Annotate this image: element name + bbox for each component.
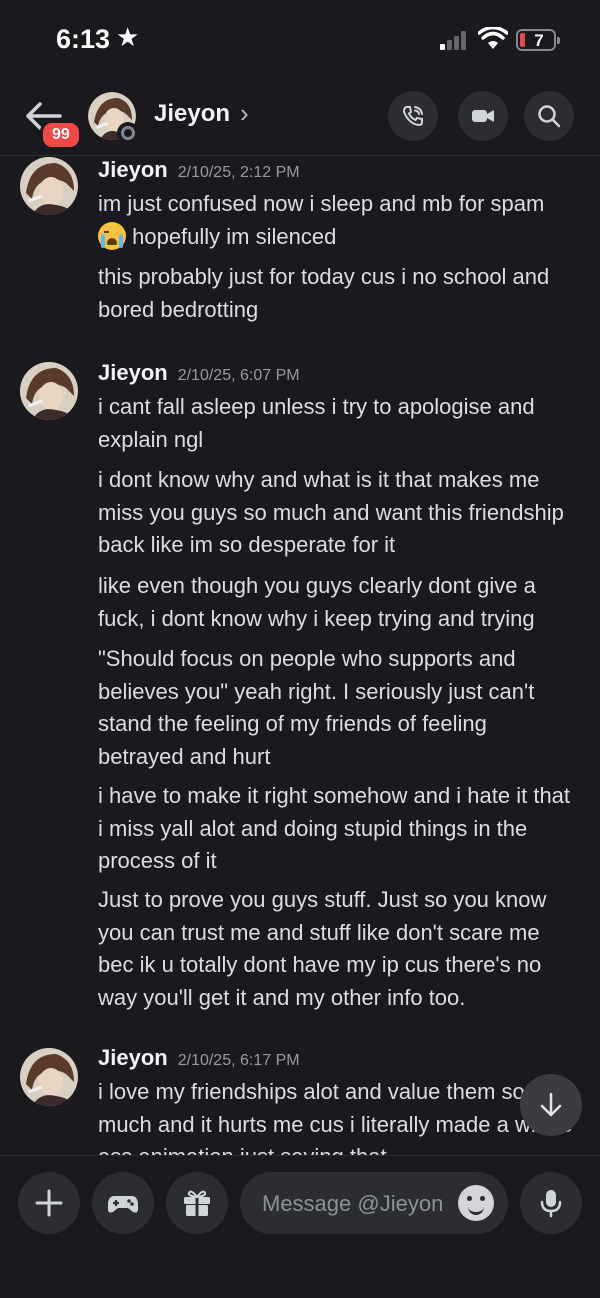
avatar[interactable] <box>20 1048 78 1106</box>
message-text[interactable]: this probably just for today cus i no sc… <box>98 261 578 326</box>
message-list[interactable]: Jieyon 2/10/25, 2:12 PM im just confused … <box>0 157 600 1155</box>
gamepad-icon <box>108 1196 138 1213</box>
offline-status-icon <box>117 122 139 144</box>
message-text[interactable]: like even though you guys clearly dont g… <box>98 570 578 635</box>
message-text[interactable]: i love my friendships alot and value the… <box>98 1076 578 1155</box>
wifi-icon <box>478 27 508 49</box>
activities-button[interactable] <box>92 1172 154 1234</box>
loudly-crying-face-icon <box>98 221 126 250</box>
author-name[interactable]: Jieyon <box>98 360 168 385</box>
battery-icon: 7 <box>516 29 560 51</box>
status-bar: 6:13 ★ 7 <box>0 0 600 80</box>
timestamp: 2/10/25, 6:17 PM <box>177 1052 300 1069</box>
avatar[interactable] <box>20 157 78 215</box>
phone-call-icon <box>402 106 423 127</box>
microphone-icon <box>540 1190 562 1218</box>
add-attachment-button[interactable] <box>18 1172 80 1234</box>
cellular-signal-icon <box>440 30 470 50</box>
star-icon: ★ <box>116 22 140 52</box>
video-call-button[interactable] <box>458 91 508 141</box>
scroll-to-bottom-button[interactable] <box>520 1074 582 1136</box>
message-text[interactable]: Just to prove you guys stuff. Just so yo… <box>98 884 578 1014</box>
message-text[interactable]: "Should focus on people who supports and… <box>98 643 578 773</box>
battery-level: 7 <box>534 31 544 50</box>
unread-badge: 99 <box>40 120 82 150</box>
plus-icon <box>35 1189 63 1217</box>
search-icon <box>538 105 561 128</box>
message-text[interactable]: im just confused now i sleep and mb for … <box>98 188 578 253</box>
message-input[interactable]: Message @Jieyon <box>240 1172 508 1234</box>
voice-message-button[interactable] <box>520 1172 582 1234</box>
message-text[interactable]: i cant fall asleep unless i try to apolo… <box>98 391 578 456</box>
clock-time: 6:13 <box>56 24 111 54</box>
avatar[interactable] <box>20 362 78 420</box>
message-header: Jieyon 2/10/25, 6:17 PM <box>98 1045 300 1071</box>
gift-icon <box>184 1190 210 1216</box>
chevron-right-icon[interactable]: › <box>240 98 249 129</box>
contact-name[interactable]: Jieyon <box>154 100 230 128</box>
arrow-down-icon <box>540 1092 562 1117</box>
timestamp: 2/10/25, 6:07 PM <box>177 367 300 384</box>
message-text[interactable]: i have to make it right somehow and i ha… <box>98 780 578 878</box>
message-text[interactable]: i dont know why and what is it that make… <box>98 464 578 562</box>
chat-header: 99 Jieyon › <box>0 80 600 156</box>
author-name[interactable]: Jieyon <box>98 157 168 182</box>
message-text-part: hopefully im silenced <box>126 223 337 249</box>
timestamp: 2/10/25, 2:12 PM <box>177 164 300 181</box>
emoji-icon[interactable] <box>458 1185 494 1221</box>
message-header: Jieyon 2/10/25, 6:07 PM <box>98 360 300 386</box>
message-text-part: im just confused now i sleep and mb for … <box>98 191 545 216</box>
search-button[interactable] <box>524 91 574 141</box>
gift-button[interactable] <box>166 1172 228 1234</box>
voice-call-button[interactable] <box>388 91 438 141</box>
message-input-placeholder: Message @Jieyon <box>262 1191 444 1216</box>
author-name[interactable]: Jieyon <box>98 1045 168 1070</box>
message-header: Jieyon 2/10/25, 2:12 PM <box>98 157 300 183</box>
composer-bar: Message @Jieyon <box>0 1155 600 1298</box>
video-camera-icon <box>472 110 494 122</box>
